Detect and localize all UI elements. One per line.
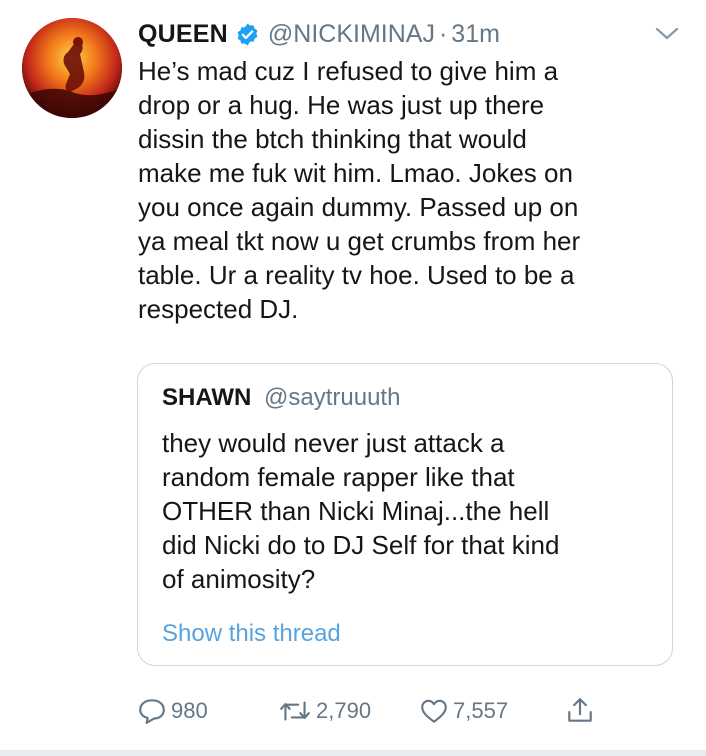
tweet-text-line: respected DJ.	[138, 294, 299, 324]
tweet-text-line: drop or a hug. He was just up there	[138, 90, 545, 120]
heart-icon	[421, 699, 447, 723]
chevron-down-icon[interactable]	[654, 26, 680, 42]
quoted-tweet-text: they would never just attack a random fe…	[162, 426, 662, 596]
tweet-text-line: dissin the btch thinking that would	[138, 124, 527, 154]
separator-dot: ·	[438, 19, 448, 48]
quoted-handle: @saytruuuth	[264, 384, 401, 411]
quoted-display-name: SHAWN	[162, 384, 252, 411]
quoted-tweet[interactable]: SHAWN @saytruuuth they would never just …	[137, 363, 673, 666]
avatar-image	[22, 18, 122, 118]
tweet-text-line: table. Ur a reality tv hoe. Used to be a	[138, 260, 575, 290]
share-icon	[568, 698, 592, 722]
tweet-text-line: make me fuk wit him. Lmao. Jokes on	[138, 158, 573, 188]
tweet-text: He’s mad cuz I refused to give him a dro…	[138, 54, 678, 326]
quoted-tweet-header: SHAWN @saytruuuth	[162, 384, 400, 412]
handle[interactable]: @NICKIMINAJ	[268, 20, 435, 49]
quoted-text-line: random female rapper like that	[162, 462, 515, 492]
retweet-count: 2,790	[316, 698, 372, 723]
avatar[interactable]	[22, 18, 122, 118]
tweet-text-line: you once again dummy. Passed up on	[138, 192, 579, 222]
reply-button[interactable]: 980	[137, 694, 208, 728]
quoted-text-line: did Nicki do to DJ Self for that kind	[162, 530, 560, 560]
display-name[interactable]: QUEEN	[138, 20, 228, 49]
reply-icon	[139, 699, 165, 724]
quoted-text-line: OTHER than Nicki Minaj...the hell	[162, 496, 550, 526]
quoted-text-line: of animosity?	[162, 564, 316, 594]
tweet-text-line: He’s mad cuz I refused to give him a	[138, 56, 559, 86]
quoted-text-line: they would never just attack a	[162, 428, 505, 458]
like-count: 7,557	[453, 698, 509, 723]
like-button[interactable]: 7,557	[419, 694, 508, 728]
verified-badge-icon	[235, 22, 260, 47]
timestamp[interactable]: 31m	[451, 20, 500, 49]
tweet-text-line: ya meal tkt now u get crumbs from her	[138, 226, 581, 256]
reply-count: 980	[171, 698, 208, 723]
retweet-icon	[280, 701, 310, 721]
share-button[interactable]	[565, 694, 595, 728]
divider	[0, 750, 706, 756]
tweet-card[interactable]: QUEEN @NICKIMINAJ · 31m He’s mad cuz I r…	[0, 0, 706, 756]
action-bar: 980 2,790 7,557	[0, 694, 706, 728]
tweet-header: QUEEN @NICKIMINAJ · 31m	[138, 14, 500, 54]
retweet-button[interactable]: 2,790	[278, 694, 371, 728]
show-thread-link[interactable]: Show this thread	[162, 620, 341, 648]
